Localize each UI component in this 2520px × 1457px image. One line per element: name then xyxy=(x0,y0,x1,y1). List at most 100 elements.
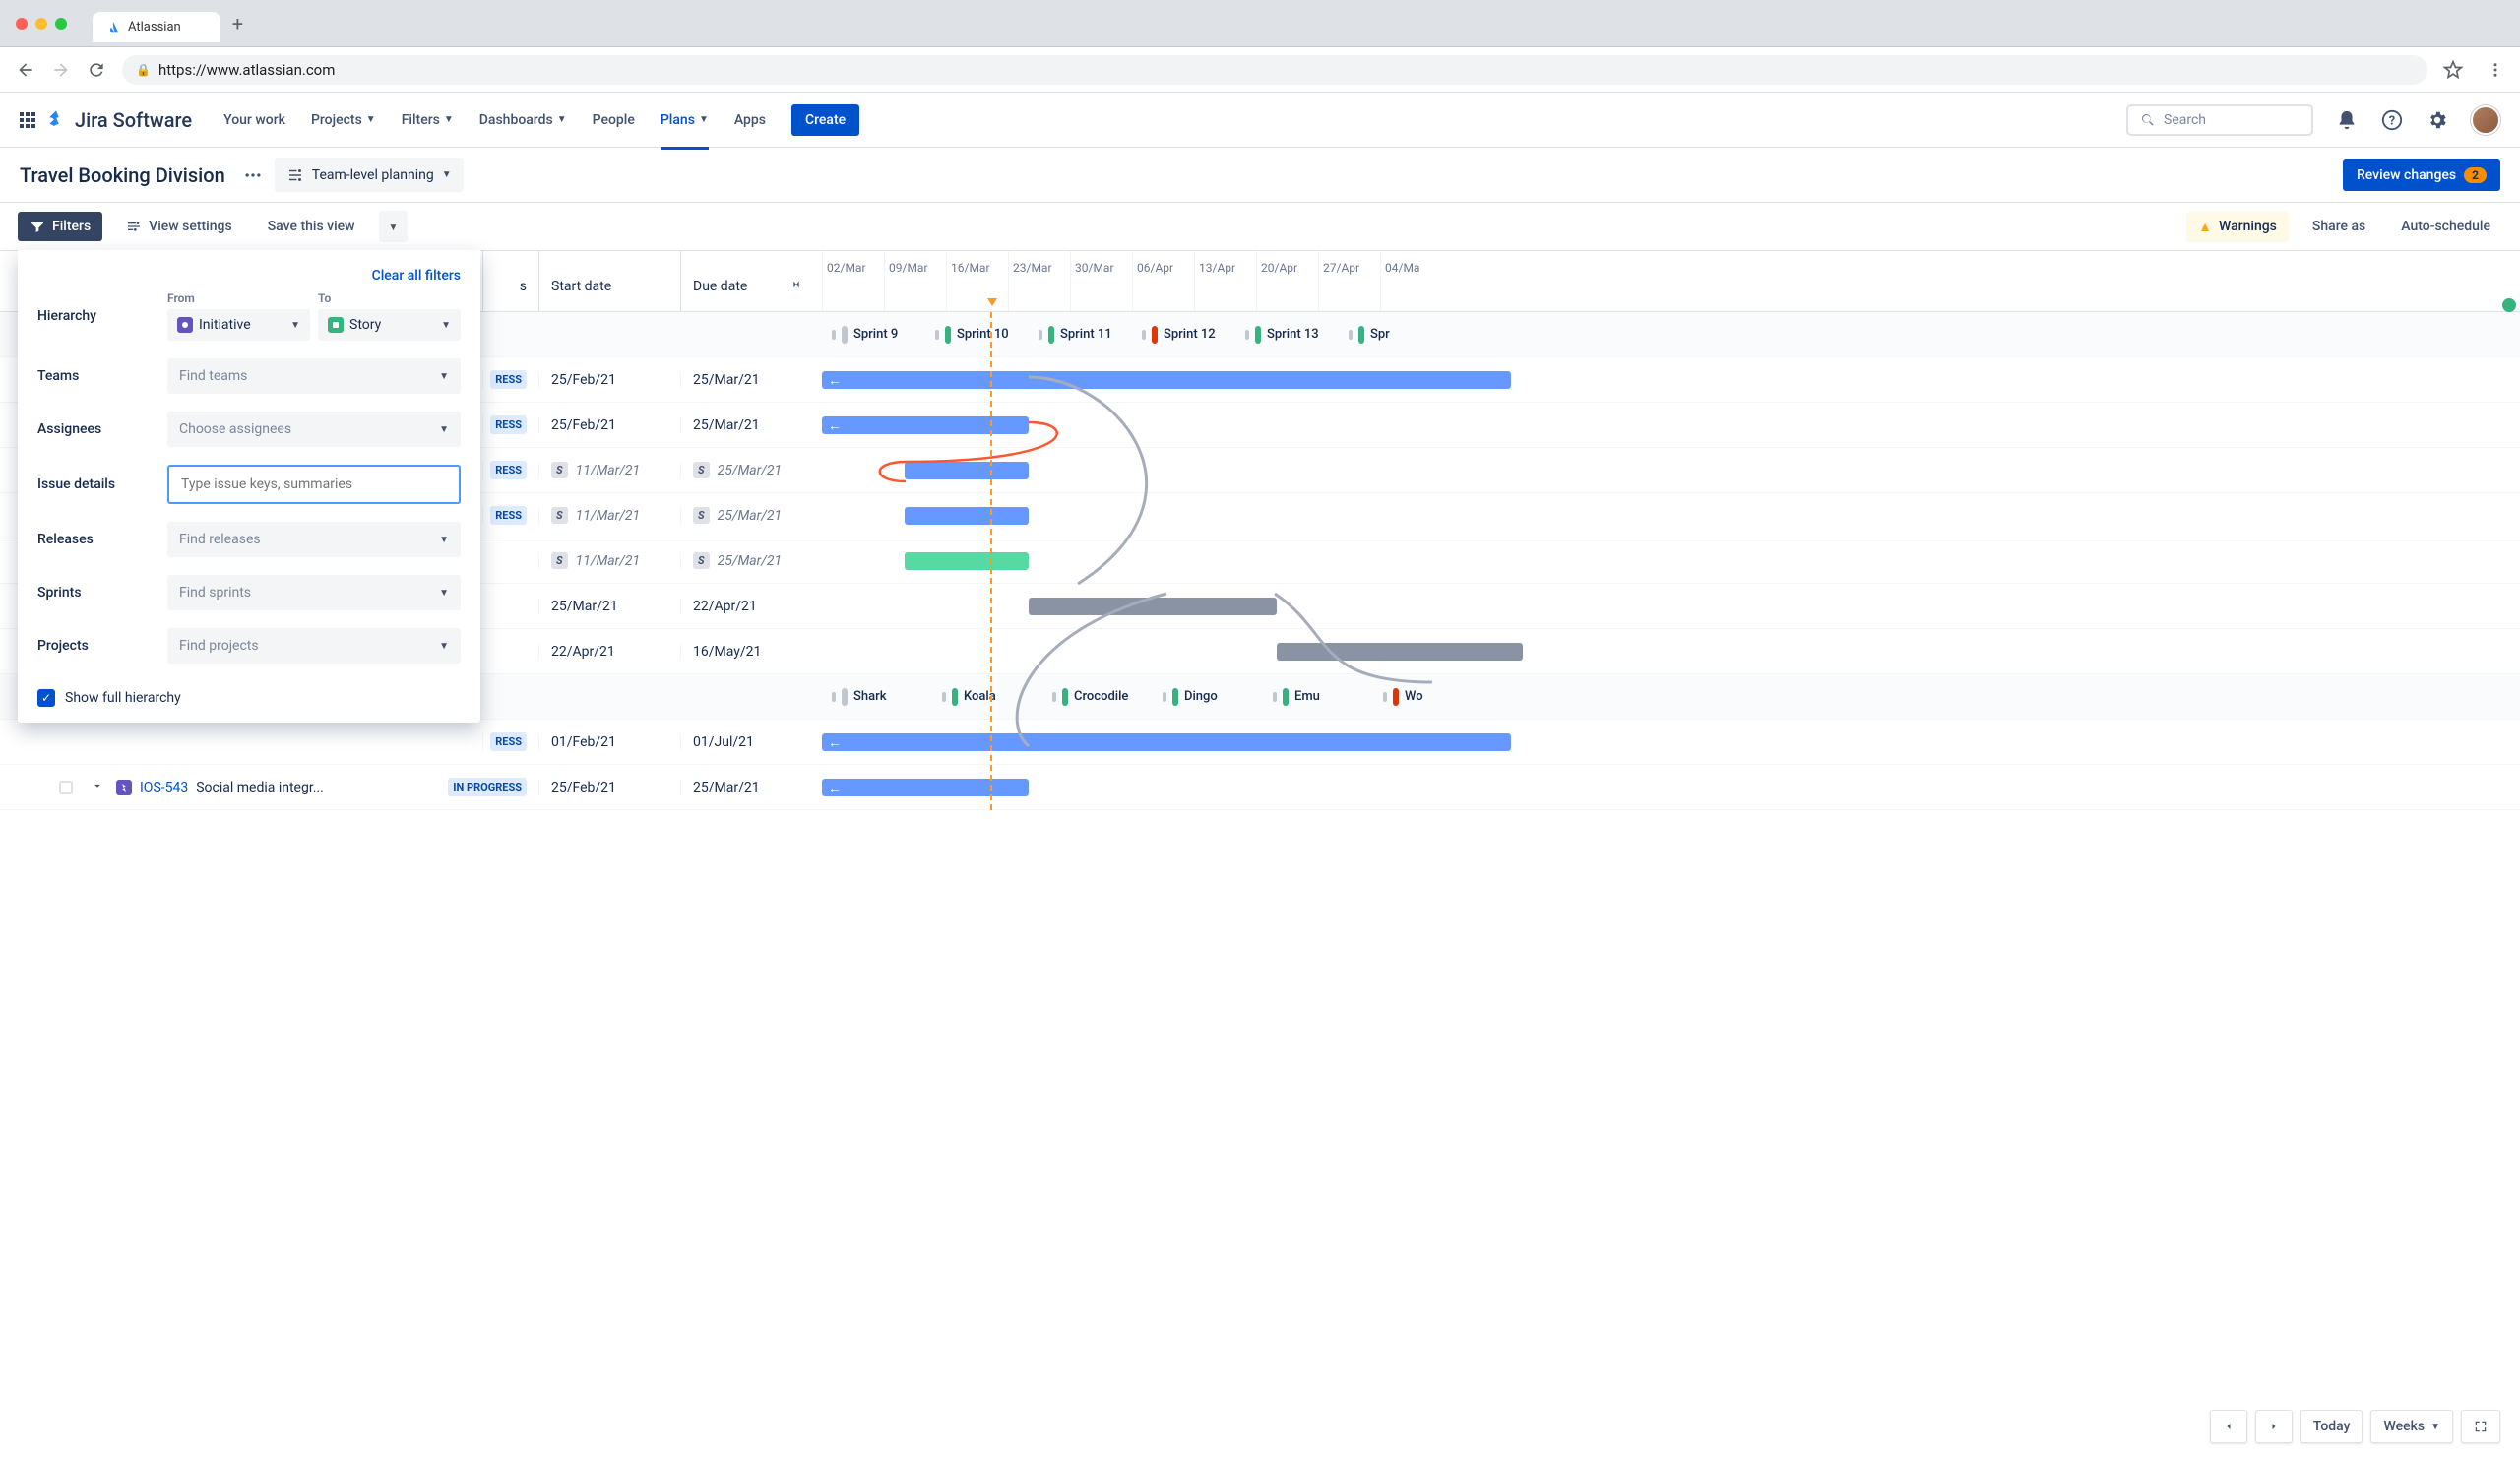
release-dot[interactable] xyxy=(2502,298,2516,312)
window-minimize[interactable] xyxy=(35,18,47,30)
notifications-icon[interactable] xyxy=(2335,108,2359,132)
forward-button[interactable] xyxy=(51,60,71,80)
settings-icon[interactable] xyxy=(2426,108,2449,132)
browser-menu-icon[interactable] xyxy=(2487,61,2504,79)
issue-details-input[interactable] xyxy=(167,465,461,504)
status-chip[interactable]: IN PROGRESS xyxy=(448,778,527,796)
sprint-label[interactable]: Koala xyxy=(942,688,996,706)
view-settings-button[interactable]: View settings xyxy=(114,212,244,241)
help-icon[interactable]: ? xyxy=(2380,108,2404,132)
start-date-cell[interactable]: 25/Feb/21 xyxy=(538,372,680,388)
sprint-label[interactable]: Sprint 10 xyxy=(935,326,1009,344)
timeline-cell[interactable]: ← xyxy=(822,357,2520,403)
bookmark-star-icon[interactable] xyxy=(2443,60,2463,80)
status-chip[interactable]: RESS xyxy=(490,415,527,434)
new-tab-button[interactable]: + xyxy=(232,12,243,35)
nav-filters[interactable]: Filters▼ xyxy=(392,104,464,136)
due-date-cell[interactable]: S25/Mar/21 xyxy=(680,507,822,524)
window-maximize[interactable] xyxy=(55,18,67,30)
sprint-label[interactable]: Spr xyxy=(1349,326,1390,344)
more-actions-icon[interactable] xyxy=(243,165,263,185)
nav-projects[interactable]: Projects▼ xyxy=(301,104,386,136)
hierarchy-from-select[interactable]: Initiative ▼ xyxy=(167,309,310,341)
save-view-dropdown[interactable]: ▼ xyxy=(379,211,409,242)
clear-filters-link[interactable]: Clear all filters xyxy=(37,268,461,284)
nav-apps[interactable]: Apps xyxy=(724,104,776,136)
collapse-columns-icon[interactable] xyxy=(788,277,804,296)
due-date-cell[interactable]: 22/Apr/21 xyxy=(680,599,822,614)
due-date-cell[interactable]: S25/Mar/21 xyxy=(680,462,822,478)
sprint-label[interactable]: Dingo xyxy=(1163,688,1218,706)
fullscreen-button[interactable] xyxy=(2461,1410,2500,1443)
start-date-cell[interactable]: 25/Feb/21 xyxy=(538,417,680,433)
sprint-label[interactable]: Sprint 13 xyxy=(1245,326,1319,344)
reload-button[interactable] xyxy=(87,60,106,80)
start-date-cell[interactable]: 25/Mar/21 xyxy=(538,599,680,614)
timeline-cell[interactable] xyxy=(822,538,2520,584)
gantt-bar[interactable]: ← xyxy=(822,371,1511,389)
issue-key[interactable]: IOS-543 xyxy=(140,780,188,795)
filters-button[interactable]: Filters xyxy=(18,212,102,241)
address-bar[interactable]: 🔒 https://www.atlassian.com xyxy=(122,55,2427,85)
sprint-label[interactable]: Sprint 11 xyxy=(1039,326,1112,344)
user-avatar[interactable] xyxy=(2471,105,2500,135)
status-chip[interactable]: RESS xyxy=(490,461,527,479)
start-date-cell[interactable]: 22/Apr/21 xyxy=(538,644,680,660)
gantt-bar[interactable] xyxy=(905,507,1029,525)
timeline-cell[interactable]: ← xyxy=(822,720,2520,765)
gantt-bar[interactable]: ← xyxy=(822,416,1029,434)
nav-dashboards[interactable]: Dashboards▼ xyxy=(470,104,577,136)
due-date-cell[interactable]: 16/May/21 xyxy=(680,644,822,660)
projects-input[interactable]: Find projects▼ xyxy=(167,628,461,664)
due-date-cell[interactable]: 01/Jul/21 xyxy=(680,734,822,750)
gantt-bar[interactable]: ← xyxy=(822,779,1029,796)
hierarchy-to-select[interactable]: Story ▼ xyxy=(318,309,461,341)
sprint-label[interactable]: Sprint 12 xyxy=(1142,326,1216,344)
timeline-cell[interactable]: ← xyxy=(822,765,2520,810)
due-date-cell[interactable]: 25/Mar/21 xyxy=(680,372,822,388)
nav-your-work[interactable]: Your work xyxy=(214,104,295,136)
sprint-label[interactable]: Sprint 9 xyxy=(832,326,898,344)
start-date-cell[interactable]: 25/Feb/21 xyxy=(538,780,680,795)
scroll-left-button[interactable] xyxy=(2210,1410,2247,1443)
auto-schedule-button[interactable]: Auto-schedule xyxy=(2389,212,2502,241)
expand-icon[interactable] xyxy=(91,779,104,796)
roadmap-row[interactable]: IOS-543Social media integr...IN PROGRESS… xyxy=(0,765,2520,810)
warnings-button[interactable]: ▲ Warnings xyxy=(2186,212,2289,242)
due-date-cell[interactable]: S25/Mar/21 xyxy=(680,552,822,569)
timeline-cell[interactable] xyxy=(822,629,2520,674)
planning-level-selector[interactable]: Team-level planning ▼ xyxy=(275,158,464,192)
gantt-bar[interactable] xyxy=(905,462,1029,479)
gantt-bar[interactable] xyxy=(1277,643,1523,661)
create-button[interactable]: Create xyxy=(791,104,859,136)
timeline-cell[interactable] xyxy=(822,493,2520,538)
sprint-label[interactable]: Wo xyxy=(1383,688,1423,706)
sprints-input[interactable]: Find sprints▼ xyxy=(167,575,461,610)
status-chip[interactable]: RESS xyxy=(490,370,527,389)
back-button[interactable] xyxy=(16,60,35,80)
start-date-cell[interactable]: S11/Mar/21 xyxy=(538,462,680,478)
global-search[interactable]: Search xyxy=(2126,104,2313,136)
gantt-bar[interactable] xyxy=(905,552,1029,570)
save-view-button[interactable]: Save this view xyxy=(256,212,367,241)
review-changes-button[interactable]: Review changes 2 xyxy=(2343,159,2500,191)
timeline-header[interactable]: 02/Mar09/Mar16/Mar23/Mar30/Mar06/Apr13/A… xyxy=(822,251,2520,311)
gantt-bar[interactable]: ← xyxy=(822,733,1511,751)
releases-input[interactable]: Find releases▼ xyxy=(167,522,461,557)
timeline-cell[interactable] xyxy=(822,584,2520,629)
due-date-cell[interactable]: 25/Mar/21 xyxy=(680,417,822,433)
start-date-cell[interactable]: S11/Mar/21 xyxy=(538,507,680,524)
status-chip[interactable]: RESS xyxy=(490,732,527,751)
timeline-cell[interactable] xyxy=(822,448,2520,493)
sprint-label[interactable]: Crocodile xyxy=(1052,688,1128,706)
share-button[interactable]: Share as xyxy=(2300,212,2377,241)
sprint-label[interactable]: Emu xyxy=(1273,688,1320,706)
scroll-right-button[interactable] xyxy=(2255,1410,2293,1443)
nav-people[interactable]: People xyxy=(583,104,645,136)
today-button[interactable]: Today xyxy=(2300,1410,2363,1443)
roadmap-row[interactable]: RESS01/Feb/2101/Jul/21← xyxy=(0,720,2520,765)
sprint-label[interactable]: Shark xyxy=(832,688,886,706)
browser-tab[interactable]: Atlassian xyxy=(93,12,220,42)
gantt-bar[interactable] xyxy=(1029,598,1277,615)
jira-logo[interactable]: Jira Software xyxy=(45,108,192,132)
